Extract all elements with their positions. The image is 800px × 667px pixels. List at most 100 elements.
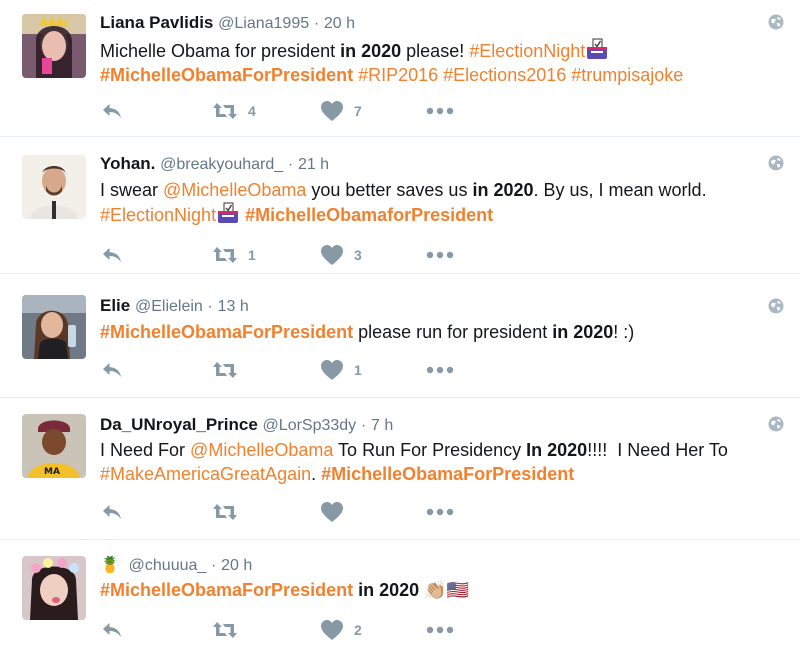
tweet-text: I Need For @MichelleObama To Run For Pre… (100, 438, 780, 486)
text-segment: in 2020 (340, 41, 402, 61)
retweet-icon (212, 245, 238, 265)
hashtag-link[interactable]: #MakeAmericaGreatAgain (100, 464, 311, 484)
text-segment: ! :) (613, 322, 635, 342)
reply-button[interactable] (100, 243, 124, 267)
author-name[interactable]: Elie (100, 296, 130, 315)
text-segment: in 2020 (472, 180, 534, 200)
tweet-item[interactable]: MA Da_UNroyal_Prince @LorSp33dy · 7 h I … (0, 398, 800, 540)
more-button[interactable] (426, 243, 454, 267)
more-icon (426, 508, 454, 516)
retweet-button[interactable] (212, 500, 248, 524)
more-icon (426, 251, 454, 259)
text-segment: you better saves us (306, 180, 473, 200)
avatar[interactable] (22, 295, 86, 359)
reply-button[interactable] (100, 99, 124, 123)
retweet-button[interactable]: 4 (212, 99, 256, 123)
reply-button[interactable] (100, 358, 124, 382)
author-handle[interactable]: @breakyouhard_ (160, 156, 283, 173)
hashtag-link[interactable]: #ElectionNight (100, 205, 216, 225)
retweet-button[interactable]: 1 (212, 243, 256, 267)
reply-icon (100, 243, 124, 267)
tweet-item[interactable]: Elie @Elielein · 13 h #MichelleObamaForP… (0, 274, 800, 398)
text-segment: in 2020 (552, 322, 614, 342)
author-name[interactable]: Liana Pavlidis (100, 13, 213, 32)
timestamp[interactable]: 7 h (371, 417, 393, 434)
hashtag-link[interactable]: #MichelleObamaForPresident (100, 65, 353, 85)
like-count: 1 (354, 362, 362, 378)
more-button[interactable] (426, 500, 454, 524)
author-handle[interactable]: @Elielein (135, 298, 203, 315)
more-button[interactable] (426, 618, 454, 642)
tweet-item[interactable]: Yohan. @breakyouhard_ · 21 h I swear @Mi… (0, 137, 800, 274)
tweet-item[interactable]: 🍍 @chuuua_ · 20 h #MichelleObamaForPresi… (0, 540, 800, 667)
author-handle[interactable]: @chuuua_ (129, 557, 207, 574)
like-button[interactable]: 2 (320, 618, 362, 642)
globe-icon (768, 416, 784, 432)
text-segment: Michelle Obama for president (100, 41, 341, 61)
reply-icon (100, 99, 124, 123)
author-name[interactable]: Da_UNroyal_Prince (100, 415, 258, 434)
avatar[interactable] (22, 155, 86, 219)
author-name[interactable]: Yohan. (100, 154, 155, 173)
text-segment: I Need For (100, 440, 191, 460)
globe-icon (768, 14, 784, 30)
more-icon (426, 366, 454, 374)
tweet-text: #MichelleObamaForPresident please run fo… (100, 320, 780, 344)
hashtag-link[interactable]: #MichelleObamaForPresident (100, 322, 353, 342)
tweet-text: Michelle Obama for president in 2020 ple… (100, 38, 780, 87)
reply-button[interactable] (100, 500, 124, 524)
text-segment: . By us, I mean world. (533, 180, 707, 200)
heart-icon (320, 100, 344, 122)
retweet-icon (212, 360, 238, 380)
text-segment: please run for president (353, 322, 553, 342)
retweet-icon (212, 502, 238, 522)
hashtag-link[interactable]: #MichelleObamaForPresident (100, 580, 353, 600)
text-segment: I swear (100, 180, 164, 200)
like-button[interactable]: 7 (320, 99, 362, 123)
timestamp[interactable]: 21 h (298, 156, 329, 173)
mention-link[interactable]: @MichelleObama (163, 180, 306, 200)
like-count: 7 (354, 103, 362, 119)
text-segment: In 2020 (526, 440, 588, 460)
author-handle[interactable]: @Liana1995 (218, 15, 309, 32)
author-handle[interactable]: @LorSp33dy (263, 417, 357, 434)
text-segment: please! (401, 41, 470, 61)
mention-link[interactable]: @MichelleObama (190, 440, 333, 460)
reply-icon (100, 500, 124, 524)
separator: · (287, 156, 294, 173)
tweet-item[interactable]: Liana Pavlidis @Liana1995 · 20 h Michell… (0, 0, 800, 137)
reply-icon (100, 618, 124, 642)
timestamp[interactable]: 20 h (221, 557, 252, 574)
hashtag-link[interactable]: #ElectionNight (469, 41, 585, 61)
text-segment: !!!! I Need Her To (587, 440, 728, 460)
avatar[interactable] (22, 14, 86, 78)
timestamp[interactable]: 20 h (324, 15, 355, 32)
emoji-text: 👏🏼🇺🇸 (424, 580, 469, 600)
avatar[interactable] (22, 556, 86, 620)
reply-button[interactable] (100, 618, 124, 642)
timestamp[interactable]: 13 h (218, 298, 249, 315)
hashtag-link[interactable]: #MichelleObamaForPresident (321, 464, 574, 484)
more-icon (426, 107, 454, 115)
retweet-button[interactable] (212, 358, 248, 382)
avatar[interactable]: MA (22, 414, 86, 478)
retweet-icon (212, 101, 238, 121)
separator: · (211, 557, 217, 574)
more-button[interactable] (426, 358, 454, 382)
retweet-count: 1 (248, 247, 256, 263)
text-segment: in 2020 (353, 580, 425, 600)
tweet-actions: 1 3 (100, 243, 500, 267)
retweet-button[interactable] (212, 618, 248, 642)
like-button[interactable]: 1 (320, 358, 362, 382)
hashtag-link[interactable]: #MichelleObamaforPresident (245, 205, 493, 225)
reply-icon (100, 358, 124, 382)
text-segment: . (311, 464, 322, 484)
heart-icon (320, 359, 344, 381)
heart-icon (320, 619, 344, 641)
like-button[interactable]: 3 (320, 243, 362, 267)
hashtag-link[interactable]: #RIP2016 #Elections2016 #trumpisajoke (353, 65, 683, 85)
like-button[interactable] (320, 500, 354, 524)
more-button[interactable] (426, 99, 454, 123)
author-name[interactable]: 🍍 (100, 557, 120, 574)
text-segment: To Run For Presidency (333, 440, 527, 460)
